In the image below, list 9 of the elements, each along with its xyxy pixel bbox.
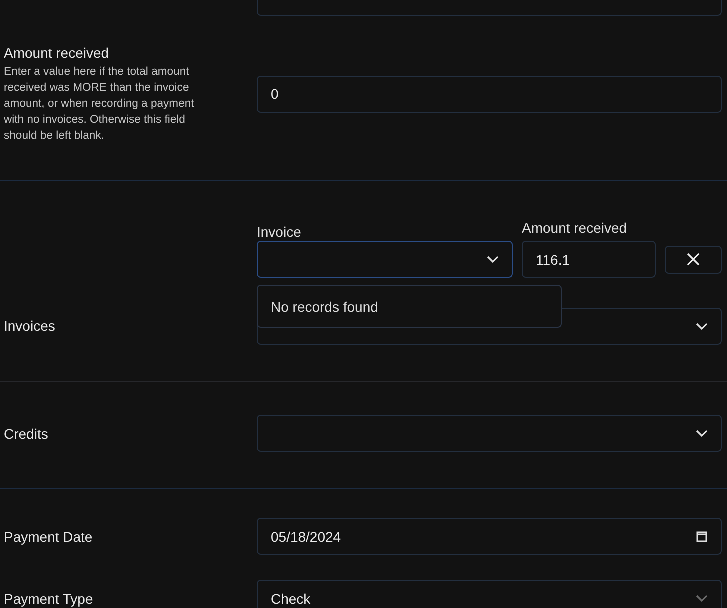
field-label: Payment Type — [4, 590, 94, 608]
field-label: Payment Date — [4, 528, 94, 546]
dropdown-menu: No records found — [257, 285, 562, 328]
column-heading: Invoice — [257, 223, 302, 241]
field-label: Invoices — [4, 317, 56, 336]
column-heading: Amount received — [522, 219, 628, 237]
field-label: Amount received — [4, 44, 110, 62]
help-text: Enter a value here if the total amount received was MORE than the invoice amount, or when recording a payment with no invoices. Otherwise this field should be left blank. — [4, 65, 196, 144]
field-label: Credits — [4, 424, 50, 442]
